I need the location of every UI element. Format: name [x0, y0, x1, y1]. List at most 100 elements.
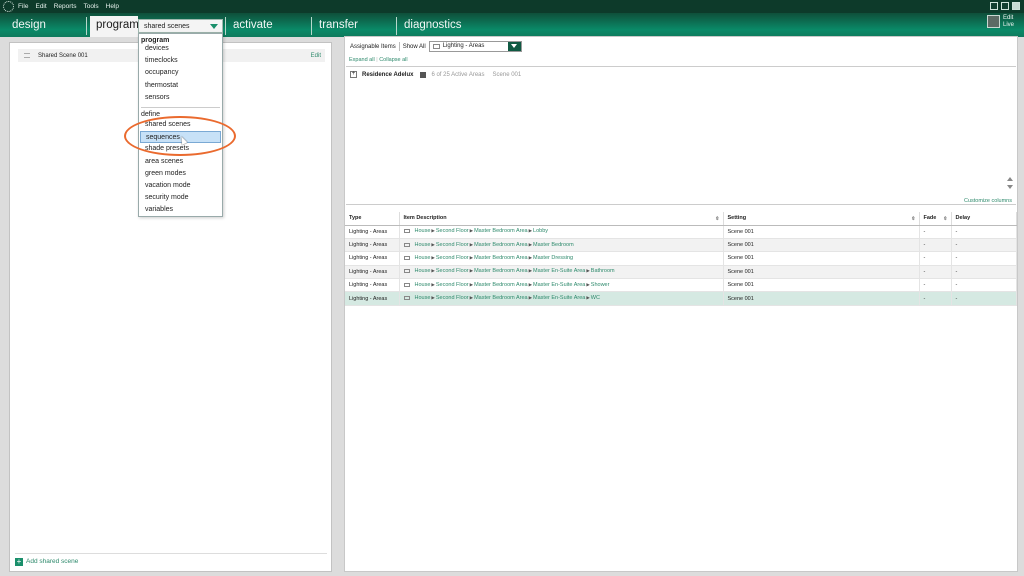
- path-segment[interactable]: WC: [591, 295, 600, 301]
- close-icon[interactable]: [1012, 2, 1020, 10]
- dropdown-item-occupancy[interactable]: occupancy: [139, 67, 222, 79]
- edit-scene-link[interactable]: Edit: [311, 53, 321, 59]
- column-header-fade[interactable]: Fade ⇳: [919, 212, 952, 226]
- app-logo-icon[interactable]: [3, 1, 14, 12]
- chevron-right-icon: ▶: [431, 268, 435, 274]
- dropdown-item-sensors[interactable]: sensors: [139, 92, 222, 104]
- path-segment[interactable]: Lobby: [533, 228, 548, 234]
- chevron-right-icon: ▶: [528, 268, 533, 274]
- show-all-label: Show All: [402, 43, 426, 50]
- cell-setting[interactable]: Scene 001: [723, 225, 920, 239]
- tab-program[interactable]: program: [90, 16, 139, 37]
- column-header-description[interactable]: Item Description ⇳: [399, 212, 724, 226]
- cell-setting[interactable]: Scene 001: [723, 278, 920, 293]
- path-segment[interactable]: Master En-Suite Area: [533, 295, 585, 301]
- table-row[interactable]: Lighting - Areas House ▶ Second Floor ▶ Maste…: [345, 265, 1017, 280]
- maximize-icon[interactable]: [1001, 2, 1009, 10]
- dropdown-item-shared-scenes[interactable]: shared scenes: [139, 119, 222, 131]
- menu-reports[interactable]: Reports: [54, 3, 77, 10]
- path-segment[interactable]: Master Dressing: [533, 255, 573, 261]
- path-segment[interactable]: Master Bedroom Area: [474, 295, 528, 301]
- expand-all-link[interactable]: Expand all: [349, 57, 375, 63]
- tree-node[interactable]: + Residence Adelux 6 of 25 Active Areas …: [350, 71, 529, 78]
- chevron-down-icon[interactable]: [209, 22, 220, 31]
- collapse-all-link[interactable]: Collapse all: [379, 57, 407, 63]
- menu-tools[interactable]: Tools: [83, 3, 98, 10]
- path-segment[interactable]: Second Floor: [436, 268, 469, 274]
- chevron-right-icon: ▶: [469, 254, 474, 260]
- tab-transfer[interactable]: transfer: [311, 16, 358, 37]
- path-segment[interactable]: Bathroom: [591, 268, 615, 274]
- path-segment[interactable]: House: [415, 242, 431, 248]
- cell-fade: -: [919, 238, 952, 253]
- path-segment[interactable]: Master Bedroom Area: [474, 228, 528, 234]
- area-filter-select[interactable]: Lighting - Areas: [428, 41, 522, 52]
- folder-icon: [403, 269, 410, 274]
- add-shared-scene-button[interactable]: + Add shared scene: [15, 553, 327, 566]
- menu-edit[interactable]: Edit: [35, 3, 46, 10]
- sort-icon[interactable]: ⇳: [715, 216, 719, 222]
- column-header-setting[interactable]: Setting ⇳: [723, 212, 920, 226]
- path-segment[interactable]: Second Floor: [436, 242, 469, 248]
- path-segment[interactable]: House: [415, 295, 431, 301]
- cell-setting[interactable]: Scene 001: [723, 265, 920, 280]
- dropdown-item-green-modes[interactable]: green modes: [139, 168, 222, 180]
- dropdown-item-vacation-mode[interactable]: vacation mode: [139, 180, 222, 192]
- panel-resize-arrows[interactable]: [1007, 177, 1013, 193]
- cell-setting[interactable]: Scene 001: [723, 238, 920, 253]
- chevron-right-icon: ▶: [528, 254, 533, 260]
- path-segment[interactable]: Master Bedroom Area: [474, 255, 528, 261]
- path-segment[interactable]: House: [415, 282, 431, 288]
- dropdown-item-timeclocks[interactable]: timeclocks: [139, 55, 222, 67]
- edit-live-button[interactable]: Edit Live: [986, 15, 1014, 28]
- chevron-right-icon: ▶: [469, 295, 474, 301]
- tab-diagnostics[interactable]: diagnostics: [396, 16, 462, 37]
- path-segment[interactable]: Master Bedroom Area: [474, 282, 528, 288]
- path-segment[interactable]: House: [415, 268, 431, 274]
- path-segment[interactable]: Second Floor: [436, 282, 469, 288]
- customize-columns-link[interactable]: Customize columns: [964, 198, 1012, 204]
- path-segment[interactable]: Master Bedroom: [533, 242, 574, 248]
- dropdown-item-area-scenes[interactable]: area scenes: [139, 156, 222, 168]
- table-row[interactable]: Lighting - Areas House ▶ Second Floor ▶ Maste…: [345, 251, 1017, 266]
- path-segment[interactable]: Master En-Suite Area: [533, 268, 585, 274]
- path-segment[interactable]: Second Floor: [436, 228, 469, 234]
- dropdown-item-security-mode[interactable]: security mode: [139, 192, 222, 204]
- arrow-down-icon[interactable]: [1007, 185, 1013, 189]
- cell-type: Lighting - Areas: [345, 265, 400, 280]
- column-header-delay[interactable]: Delay: [951, 212, 1017, 226]
- table-row[interactable]: Lighting - Areas House ▶ Second Floor ▶ Maste…: [345, 291, 1017, 306]
- expand-icon[interactable]: +: [350, 71, 357, 78]
- column-header-type[interactable]: Type: [345, 212, 400, 226]
- tab-activate[interactable]: activate: [225, 16, 273, 37]
- path-segment[interactable]: House: [415, 228, 431, 234]
- path-segment[interactable]: Master Bedroom Area: [474, 268, 528, 274]
- dropdown-item-devices[interactable]: devices: [139, 43, 222, 55]
- path-segment[interactable]: Second Floor: [436, 255, 469, 261]
- path-segment[interactable]: Shower: [591, 282, 610, 288]
- cell-setting[interactable]: Scene 001: [723, 291, 920, 306]
- arrow-up-icon[interactable]: [1007, 177, 1013, 181]
- cell-delay: -: [951, 291, 1017, 306]
- menu-file[interactable]: File: [18, 3, 28, 10]
- path-segment[interactable]: Master En-Suite Area: [533, 282, 585, 288]
- dropdown-item-shade-presets[interactable]: shade presets: [139, 143, 222, 155]
- path-segment[interactable]: Master Bedroom Area: [474, 242, 528, 248]
- table-row[interactable]: Lighting - Areas House ▶ Second Floor ▶ Maste…: [345, 225, 1017, 239]
- drag-handle-icon[interactable]: [24, 53, 30, 58]
- sort-icon[interactable]: ⇳: [943, 216, 947, 222]
- menu-bar: File Edit Reports Tools Help: [0, 0, 1024, 13]
- menu-help[interactable]: Help: [106, 3, 119, 10]
- sort-icon[interactable]: ⇳: [911, 216, 915, 222]
- minimize-icon[interactable]: [990, 2, 998, 10]
- table-row[interactable]: Lighting - Areas House ▶ Second Floor ▶ Maste…: [345, 238, 1017, 253]
- dropdown-item-variables[interactable]: variables: [139, 204, 222, 216]
- tab-design[interactable]: design: [4, 16, 46, 37]
- program-section-select[interactable]: shared scenes: [138, 19, 223, 33]
- path-segment[interactable]: Second Floor: [436, 295, 469, 301]
- table-row[interactable]: Lighting - Areas House ▶ Second Floor ▶ Maste…: [345, 278, 1017, 293]
- chevron-down-icon[interactable]: [507, 42, 521, 51]
- path-segment[interactable]: House: [415, 255, 431, 261]
- dropdown-item-thermostat[interactable]: thermostat: [139, 80, 222, 92]
- cell-setting[interactable]: Scene 001: [723, 251, 920, 266]
